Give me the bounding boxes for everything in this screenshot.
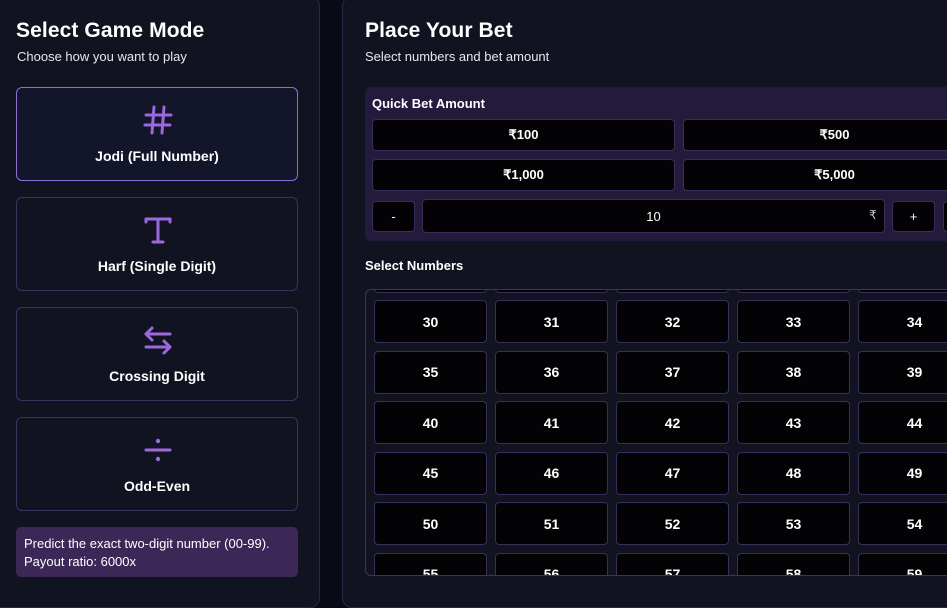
- number-cell-40[interactable]: 40: [374, 401, 487, 444]
- swap-arrows-icon: [144, 326, 172, 355]
- mode-label: Odd-Even: [123, 478, 191, 494]
- game-mode-title: Select Game Mode: [16, 19, 205, 42]
- select-numbers-label: Select Numbers: [365, 258, 464, 273]
- overflow-button[interactable]: [943, 201, 947, 232]
- number-cell-partial[interactable]: [616, 290, 729, 293]
- number-cell-48[interactable]: 48: [737, 451, 850, 495]
- number-cell-41[interactable]: 41: [495, 401, 608, 444]
- mode-card-jodi[interactable]: Jodi (Full Number): [16, 87, 298, 181]
- number-cell-37[interactable]: 37: [616, 350, 729, 394]
- quick-bet-title: Quick Bet Amount: [372, 96, 485, 111]
- number-cell-55[interactable]: 55: [374, 552, 487, 575]
- number-grid[interactable]: 30 31 32 33 34 35 36 37 38 39 40 41 42 43 44 45 46 47 48 49…: [365, 289, 947, 576]
- number-cell-partial[interactable]: [374, 290, 487, 293]
- mode-label: Crossing Digit: [109, 368, 205, 384]
- bet-subtitle: Select numbers and bet amount: [365, 49, 550, 64]
- number-cell-31[interactable]: 31: [495, 300, 608, 343]
- number-cell-59[interactable]: 59: [858, 552, 947, 575]
- number-cell-partial[interactable]: [858, 290, 947, 293]
- number-cell-30[interactable]: 30: [374, 300, 487, 343]
- number-cell-33[interactable]: 33: [737, 300, 850, 343]
- number-cell-45[interactable]: 45: [374, 451, 487, 495]
- game-mode-subtitle: Choose how you want to play: [17, 49, 187, 64]
- number-cell-38[interactable]: 38: [737, 350, 850, 394]
- mode-label: Harf (Single Digit): [97, 258, 217, 274]
- number-cell-36[interactable]: 36: [495, 350, 608, 394]
- number-cell-53[interactable]: 53: [737, 502, 850, 545]
- increment-button[interactable]: +: [892, 201, 935, 232]
- number-cell-35[interactable]: 35: [374, 350, 487, 394]
- number-cell-52[interactable]: 52: [616, 502, 729, 545]
- mode-info-payout: Payout ratio: 6000x: [24, 554, 137, 569]
- number-cell-57[interactable]: 57: [616, 552, 729, 575]
- number-cell-42[interactable]: 42: [616, 401, 729, 444]
- number-cell-partial[interactable]: [495, 290, 608, 293]
- quick-amount-button-500[interactable]: ₹500: [683, 119, 947, 151]
- decrement-button[interactable]: -: [372, 201, 415, 232]
- hash-icon: [143, 105, 173, 135]
- number-cell-51[interactable]: 51: [495, 502, 608, 545]
- mode-info-box: Predict the exact two-digit number (00-9…: [16, 527, 298, 577]
- number-cell-54[interactable]: 54: [858, 502, 947, 545]
- number-cell-46[interactable]: 46: [495, 451, 608, 495]
- bet-amount-input[interactable]: [422, 199, 885, 233]
- quick-amount-button-100[interactable]: ₹100: [372, 119, 675, 151]
- bet-title: Place Your Bet: [365, 19, 513, 42]
- divide-icon: [144, 438, 172, 462]
- quick-amount-button-1000[interactable]: ₹1,000: [372, 159, 675, 191]
- mode-label: Jodi (Full Number): [95, 148, 219, 164]
- quick-amount-button-5000[interactable]: ₹5,000: [683, 159, 947, 191]
- number-cell-47[interactable]: 47: [616, 451, 729, 495]
- number-cell-43[interactable]: 43: [737, 401, 850, 444]
- mode-card-odd-even[interactable]: Odd-Even: [16, 417, 298, 511]
- number-cell-56[interactable]: 56: [495, 552, 608, 575]
- number-cell-partial[interactable]: [737, 290, 850, 293]
- mode-card-crossing[interactable]: Crossing Digit: [16, 307, 298, 401]
- mode-card-harf[interactable]: Harf (Single Digit): [16, 197, 298, 291]
- currency-symbol: ₹: [869, 208, 877, 222]
- mode-info-description: Predict the exact two-digit number (00-9…: [24, 536, 270, 551]
- number-cell-49[interactable]: 49: [858, 451, 947, 495]
- text-t-icon: [144, 217, 172, 244]
- number-cell-32[interactable]: 32: [616, 300, 729, 343]
- number-cell-34[interactable]: 34: [858, 300, 947, 343]
- number-cell-58[interactable]: 58: [737, 552, 850, 575]
- number-cell-44[interactable]: 44: [858, 401, 947, 444]
- number-cell-50[interactable]: 50: [374, 502, 487, 545]
- number-cell-39[interactable]: 39: [858, 350, 947, 394]
